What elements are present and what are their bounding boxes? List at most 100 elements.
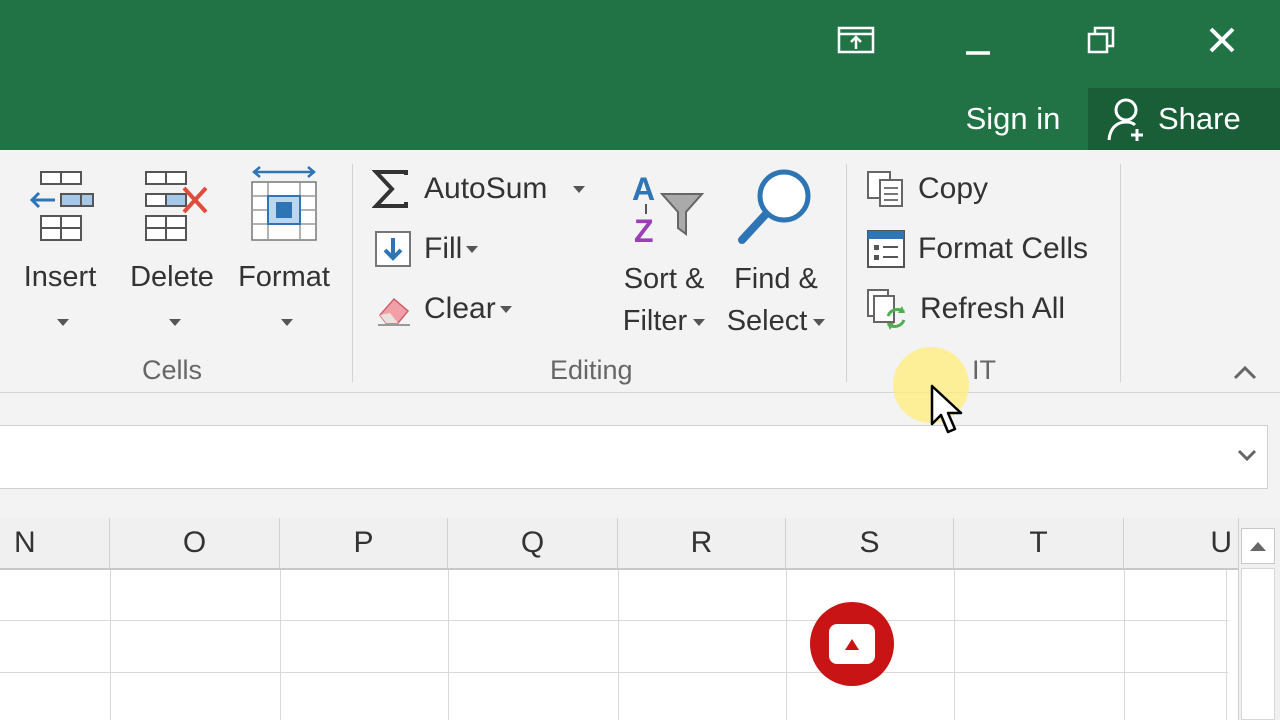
cells-group-label: Cells	[142, 355, 203, 385]
refresh-all-label: Refresh All	[920, 292, 1066, 325]
badge-inner	[829, 624, 875, 664]
clear-button[interactable]: Clear	[376, 284, 512, 334]
svg-text:Z: Z	[634, 213, 654, 246]
copy-button[interactable]: Copy	[866, 164, 988, 214]
copy-icon	[867, 171, 903, 207]
format-cells-button[interactable]: Format Cells	[866, 224, 1088, 274]
copy-label: Copy	[918, 172, 989, 205]
up-triangle-icon	[845, 639, 859, 650]
formula-bar-area	[0, 393, 1280, 518]
grid-line	[448, 570, 449, 720]
find-label-line1: Find &	[734, 263, 818, 295]
minimize-button[interactable]	[948, 16, 1008, 64]
clear-dropdown-icon	[499, 305, 512, 313]
sort-dropdown-icon	[693, 318, 706, 326]
person-add-icon	[1107, 98, 1143, 141]
expand-formula-bar-button[interactable]	[1234, 445, 1260, 465]
column-header-q[interactable]: Q	[448, 518, 618, 568]
delete-button[interactable]: Delete	[122, 168, 222, 340]
chevron-down-icon	[1237, 449, 1257, 462]
sort-label-line2-wrap: Filter	[612, 300, 716, 342]
grid-line	[786, 570, 787, 720]
format-button[interactable]: Format	[232, 164, 336, 340]
ribbon-divider	[1120, 164, 1121, 382]
clear-label: Clear	[424, 292, 496, 325]
fill-label: Fill	[424, 232, 463, 265]
svg-text:A: A	[632, 171, 655, 207]
column-header-p[interactable]: P	[280, 518, 448, 568]
grid-line	[0, 620, 1228, 621]
sign-in-link[interactable]: Sign in	[940, 88, 1086, 150]
sort-filter-icon: AZ	[632, 171, 705, 249]
format-label: Format	[238, 261, 330, 293]
format-cells-icon	[251, 166, 317, 241]
collapse-ribbon-button[interactable]	[1230, 360, 1260, 386]
chevron-up-icon	[1233, 365, 1257, 380]
grid-line	[110, 570, 111, 720]
column-header-u[interactable]: U	[1124, 518, 1240, 568]
insert-label: Insert	[23, 261, 97, 293]
delete-label: Delete	[130, 261, 214, 293]
grid-line	[280, 570, 281, 720]
restore-button[interactable]	[1071, 16, 1131, 64]
scroll-up-arrow-icon	[1250, 542, 1266, 551]
title-bar: Sign in Share	[0, 0, 1280, 150]
grid-line	[954, 570, 955, 720]
autosum-label: AutoSum	[424, 172, 548, 205]
ribbon-divider	[846, 164, 847, 382]
magnifier-icon	[738, 169, 811, 244]
scroll-track[interactable]	[1241, 568, 1275, 720]
share-label: Share	[1158, 101, 1241, 136]
column-header-t[interactable]: T	[954, 518, 1124, 568]
share-button[interactable]: Share	[1088, 88, 1280, 150]
formula-input[interactable]	[0, 425, 1268, 489]
sort-label-line1: Sort &	[623, 263, 705, 295]
format-cells-dialog-icon	[867, 230, 905, 268]
insert-dropdown-icon	[57, 318, 69, 326]
close-icon	[1209, 27, 1235, 53]
insert-button[interactable]: Insert	[10, 168, 110, 340]
sort-filter-button[interactable]: AZ Sort & Filter	[612, 170, 716, 342]
grid-line	[618, 570, 619, 720]
grid-line	[0, 672, 1228, 673]
sigma-icon	[372, 170, 408, 208]
column-headers: N O P Q R S T U	[0, 518, 1240, 570]
find-label-line2-wrap: Select	[722, 300, 830, 342]
column-header-n[interactable]: N	[0, 518, 110, 568]
grid-line	[1226, 570, 1227, 720]
fill-button[interactable]: Fill	[374, 224, 479, 274]
format-cells-label: Format Cells	[918, 232, 1089, 265]
autosum-dropdown-icon	[573, 185, 586, 193]
refresh-icon	[867, 289, 906, 330]
grid-line	[1124, 570, 1125, 720]
minimize-icon	[966, 51, 990, 55]
worksheet-grid[interactable]	[0, 570, 1228, 720]
ribbon-display-icon	[837, 26, 875, 54]
scroll-up-button[interactable]	[1241, 528, 1275, 564]
editing-group-label: Editing	[550, 355, 633, 385]
column-header-r[interactable]: R	[618, 518, 786, 568]
close-button[interactable]	[1192, 16, 1252, 64]
refresh-all-button[interactable]: Refresh All	[866, 284, 1065, 334]
fill-down-icon	[375, 231, 411, 267]
delete-dropdown-icon	[169, 318, 181, 326]
insert-cells-icon	[29, 171, 94, 241]
delete-cells-icon	[145, 171, 208, 241]
format-dropdown-icon	[281, 318, 293, 326]
ribbon-divider	[352, 164, 353, 382]
ribbon: Insert Delete Format Cells AutoSum Fill …	[0, 150, 1280, 393]
find-label-line2: Select	[726, 305, 808, 337]
autosum-button[interactable]: AutoSum	[372, 164, 586, 214]
fill-dropdown-icon	[466, 245, 479, 253]
find-dropdown-icon	[813, 318, 826, 326]
ribbon-display-options-button[interactable]	[826, 16, 886, 64]
vertical-scrollbar[interactable]	[1238, 518, 1280, 720]
sort-label-line2: Filter	[622, 305, 688, 337]
find-select-button[interactable]: Find & Select	[722, 166, 830, 342]
scroll-to-top-badge[interactable]	[810, 602, 894, 686]
restore-icon	[1087, 26, 1115, 54]
custom-group-label: IT	[972, 355, 996, 385]
column-header-s[interactable]: S	[786, 518, 954, 568]
eraser-icon	[378, 297, 410, 326]
column-header-o[interactable]: O	[110, 518, 280, 568]
